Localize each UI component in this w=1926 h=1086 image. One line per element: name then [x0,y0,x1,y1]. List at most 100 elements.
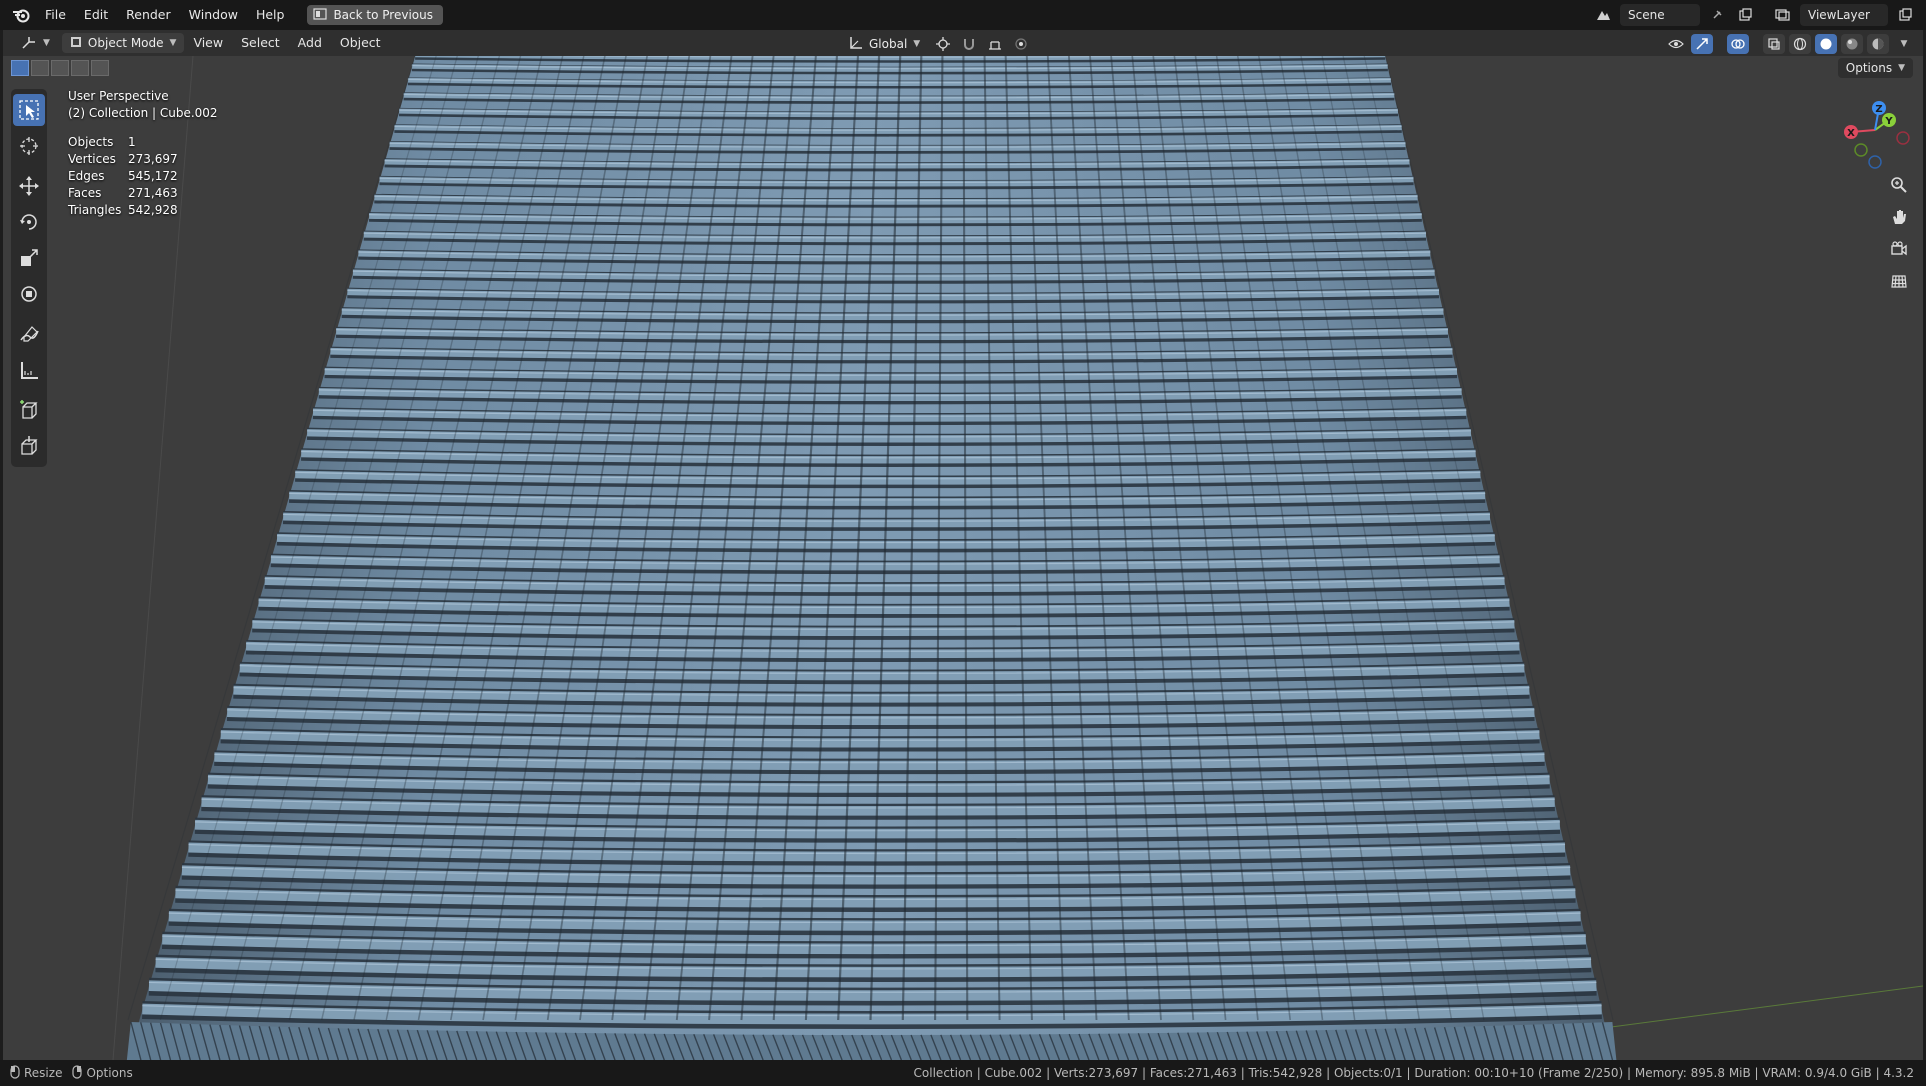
overlay-icon[interactable] [1727,34,1749,54]
measure-icon[interactable] [13,354,45,386]
stat-value: 273,697 [128,152,178,166]
gizmo-y-label: Y [1884,116,1893,127]
options-dropdown[interactable]: Options ▼ [1837,58,1913,78]
object-mode-dropdown[interactable]: Object Mode ▼ [61,33,185,53]
visibility-icon[interactable] [1665,33,1687,55]
scene-status-info: Collection | Cube.002 | Verts:273,697 | … [913,1066,1914,1080]
menu-add[interactable]: Add [289,30,331,56]
pan-hand-icon[interactable] [1886,204,1912,230]
gizmo-x-label: X [1847,128,1855,139]
back-to-previous-button[interactable]: Back to Previous [307,5,443,25]
stat-label: Vertices [68,152,116,166]
stat-value: 542,928 [128,203,178,217]
editor-type-icon[interactable]: ▼ [13,33,58,53]
shading-options-chevron-icon[interactable]: ▼ [1893,33,1915,55]
viewlayer-icon[interactable] [1772,4,1794,26]
orientation-dropdown[interactable]: Global ▼ [841,34,928,54]
selection-mode-buttons [11,60,109,76]
status-bar: Resize Options Collection | Cube.002 | V… [0,1060,1926,1086]
viewlayer-field[interactable]: ViewLayer [1800,4,1888,26]
menu-help[interactable]: Help [247,0,294,30]
zoom-icon[interactable] [1886,172,1912,198]
stat-value: 271,463 [128,186,178,200]
top-bar: File Edit Render Window Help Back to Pre… [0,0,1926,30]
options-label: Options [1845,61,1893,75]
xray-icon[interactable] [1763,34,1785,54]
mouse-icon [10,1064,20,1082]
scene-statistics: Objects 1 Vertices 273,697 Edges 545,172 Fa… [68,134,218,219]
stat-label: Edges [68,169,105,183]
select-intersect-icon[interactable] [91,60,109,76]
select-new-icon[interactable] [11,60,29,76]
blender-logo-icon[interactable] [6,0,36,30]
object-mode-icon [70,36,82,51]
stat-label: Triangles [68,203,122,217]
viewport-info-overlay: User Perspective (2) Collection | Cube.0… [68,88,218,219]
options-hint: Options [72,1064,133,1082]
wireframe-shading-icon[interactable] [1789,34,1811,54]
menu-object[interactable]: Object [331,30,390,56]
pivot-icon[interactable] [932,33,954,55]
options-hint-label: Options [86,1066,133,1080]
menu-edit[interactable]: Edit [75,0,117,30]
new-viewlayer-icon[interactable] [1894,4,1916,26]
collection-info: (2) Collection | Cube.002 [68,106,218,120]
proportional-icon[interactable] [1010,33,1032,55]
new-scene-icon[interactable] [1734,4,1756,26]
rotate-icon[interactable] [13,206,45,238]
back-to-previous-label: Back to Previous [333,8,433,22]
select-extend-icon[interactable] [31,60,49,76]
woven-basket-mesh [112,56,1923,1060]
add-cube-icon[interactable] [13,394,45,426]
orientation-label: Global [869,37,908,51]
menu-file[interactable]: File [36,0,75,30]
move-icon[interactable] [13,170,45,202]
extrude-icon[interactable] [13,430,45,462]
stat-value: 545,172 [128,169,178,183]
menu-window[interactable]: Window [180,0,247,30]
camera-icon[interactable] [1886,236,1912,262]
transform-icon[interactable] [13,278,45,310]
menu-select[interactable]: Select [232,30,289,56]
material-shading-icon[interactable] [1841,34,1863,54]
3d-viewport[interactable]: Options ▼ User Perspective (2) Collectio… [3,56,1923,1060]
select-invert-icon[interactable] [71,60,89,76]
select-box-icon[interactable] [13,94,45,126]
snap-icon[interactable] [958,33,980,55]
pin-icon[interactable] [1706,4,1728,26]
orientation-icon [849,36,863,53]
viewlayer-name: ViewLayer [1808,8,1870,22]
object-mode-label: Object Mode [87,36,164,50]
viewport-header: ▼ Object Mode ▼ View Select Add Object G… [3,30,1923,56]
view-name: User Perspective [68,89,169,103]
tool-shelf [11,89,47,467]
navigation-gizmo[interactable]: X Y Z [1823,90,1923,180]
select-subtract-icon[interactable] [51,60,69,76]
scene-field[interactable]: Scene [1620,4,1700,26]
resize-hint: Resize [10,1064,63,1082]
scene-icon[interactable] [1592,4,1614,26]
menu-view[interactable]: View [184,30,232,56]
grid-icon[interactable] [1886,268,1912,294]
annotate-icon[interactable] [13,318,45,350]
stat-value: 1 [128,135,136,149]
scale-icon[interactable] [13,242,45,274]
menu-render[interactable]: Render [117,0,180,30]
stat-row: Edges 545,172 [68,168,218,185]
mouse-icon [72,1064,83,1082]
snap-target-icon[interactable] [984,33,1006,55]
solid-shading-icon[interactable] [1815,34,1837,54]
rendered-shading-icon[interactable] [1867,34,1889,54]
chevron-down-icon: ▼ [169,38,177,48]
stat-label: Faces [68,186,102,200]
gizmo-z-label: Z [1875,104,1882,115]
navigation-buttons [1886,172,1912,294]
stat-label: Objects [68,135,114,149]
resize-label: Resize [24,1066,63,1080]
gizmo-toggle-icon[interactable] [1691,34,1713,54]
back-icon [313,7,328,23]
stat-row: Faces 271,463 [68,185,218,202]
stat-row: Triangles 542,928 [68,202,218,219]
stat-row: Objects 1 [68,134,218,151]
cursor-icon[interactable] [13,130,45,162]
